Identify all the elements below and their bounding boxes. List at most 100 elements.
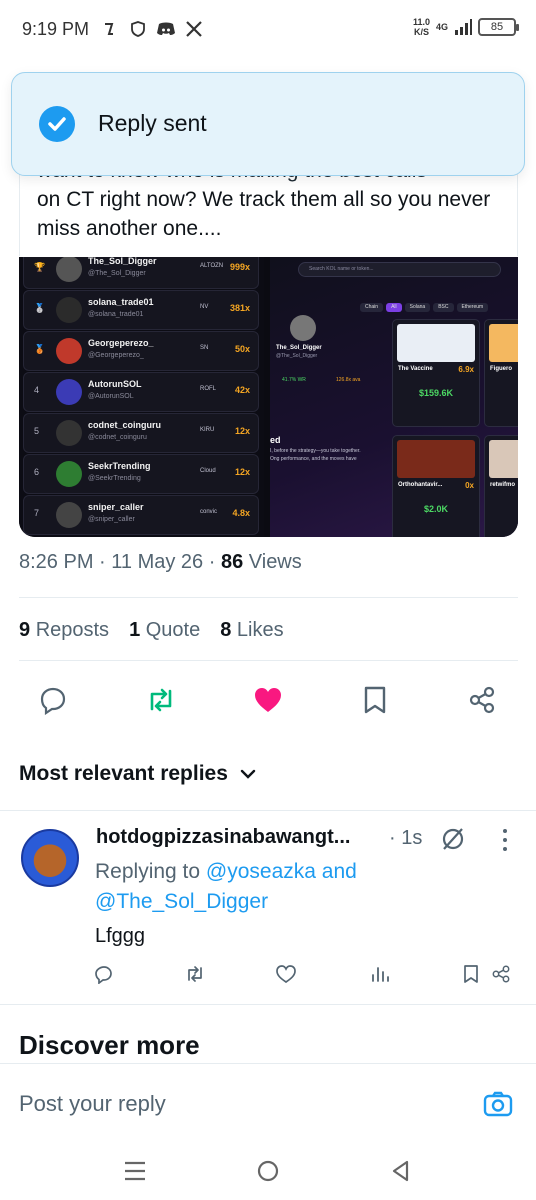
more-options-icon[interactable]	[500, 828, 510, 852]
views-label: Views	[248, 551, 302, 573]
reply-sent-toast: Reply sent	[11, 72, 525, 176]
leaderboard-handle: @AutorunSOL	[88, 393, 134, 400]
reply-button[interactable]	[35, 682, 71, 718]
reply-avatar[interactable]	[21, 829, 79, 887]
leaderboard-avatar	[56, 461, 82, 487]
reposts-stat[interactable]: 9 Reposts	[19, 619, 109, 642]
leaderboard-avatar	[56, 502, 82, 528]
profile-name: The_Sol_Digger	[276, 345, 322, 351]
home-button[interactable]	[254, 1157, 282, 1185]
leaderboard-row: 🥉 Georgeperezo_ @Georgeperezo_ SN 50x	[23, 331, 259, 371]
reply-reply-button[interactable]	[92, 962, 116, 986]
replies-sort-dropdown[interactable]: Most relevant replies	[19, 762, 256, 786]
repost-icon	[188, 966, 202, 982]
leaderboard-handle: @solana_trade01	[88, 311, 144, 318]
likes-stat[interactable]: 8 Likes	[220, 619, 283, 642]
reply-views-button[interactable]	[368, 962, 392, 986]
back-button[interactable]	[387, 1157, 415, 1185]
leaderboard-rank: 6	[34, 467, 40, 477]
token-card-marketcap: $2	[485, 388, 518, 398]
share-icon	[469, 686, 495, 714]
chain-tab: Solana	[404, 303, 431, 312]
share-button[interactable]	[464, 682, 500, 718]
reply-share-button[interactable]	[489, 962, 513, 986]
reply-icon	[40, 687, 66, 715]
quotes-stat[interactable]: 1 Quote	[129, 619, 200, 642]
grok-icon[interactable]	[440, 826, 466, 852]
toast-message: Reply sent	[98, 110, 207, 136]
divider	[19, 660, 518, 661]
leaderboard-name: AutorunSOL	[88, 379, 142, 389]
chain-tab: Chain	[360, 303, 384, 312]
tweet-media-image[interactable]: 🏆 The_Sol_Digger @The_Sol_Digger ALTOZN 999x…	[19, 257, 518, 537]
status-notification-icons	[102, 20, 203, 38]
leaderboard-avatar	[56, 379, 82, 405]
camera-icon[interactable]	[482, 1088, 514, 1120]
replies-sort-label: Most relevant replies	[19, 762, 228, 785]
reply-author-name[interactable]: hotdogpizzasinabawangt...	[96, 826, 350, 849]
leaderboard-avatar	[56, 257, 82, 282]
mention-link[interactable]: @The_Sol_Digger	[95, 890, 268, 913]
leaderboard-row: 🏆 The_Sol_Digger @The_Sol_Digger ALTOZN 999x	[23, 257, 259, 289]
leaderboard-handle: @sniper_caller	[88, 516, 135, 523]
leaderboard-multiplier: 50x	[234, 344, 250, 354]
divider	[0, 1004, 536, 1005]
leaderboard-avatar	[56, 420, 82, 446]
x-logo-icon	[186, 21, 202, 37]
home-circle-icon	[257, 1160, 279, 1182]
views-count: 86	[220, 551, 244, 573]
like-button[interactable]	[250, 682, 286, 718]
reply-input[interactable]: Post your reply	[19, 1091, 166, 1117]
reply-bookmark-button[interactable]	[459, 962, 483, 986]
status-bar: 9:19 PM 11.0 K/S 4G 85	[0, 0, 536, 62]
network-speed: 11.0 K/S	[412, 17, 430, 37]
reply-repost-button[interactable]	[183, 962, 207, 986]
profile-winrate: 41.7% WR	[282, 377, 306, 383]
bookmark-button[interactable]	[357, 682, 393, 718]
leaderboard-name: SeekrTrending	[88, 461, 151, 471]
repost-button[interactable]	[143, 682, 179, 718]
leaderboard-handle: @codnet_coinguru	[88, 434, 147, 441]
leaderboard-name: codnet_coinguru	[88, 420, 162, 430]
chain-tab: Ethereum	[456, 303, 489, 312]
status-right-indicators: 11.0 K/S 4G 85	[412, 17, 519, 37]
token-card-multiplier: 0x	[465, 481, 474, 490]
token-card-marketcap: $2.0K	[423, 504, 449, 514]
leaderboard-row: 4 AutorunSOL @AutorunSOL ROFL 42x	[23, 372, 259, 412]
share-icon	[492, 965, 510, 983]
dashboard-text-body: I, before the strategy—you take together…	[270, 448, 361, 462]
leaderboard-multiplier: 42x	[234, 385, 250, 395]
tweet-stats: 9 Reposts 1 Quote 8 Likes	[19, 619, 284, 642]
leaderboard-handle: @SeekrTrending	[88, 475, 141, 482]
reply-like-button[interactable]	[274, 962, 298, 986]
leaderboard-rank: 5	[34, 426, 40, 436]
back-triangle-icon	[392, 1160, 409, 1182]
discord-icon	[157, 22, 175, 35]
leaderboard-token: ROFL	[200, 386, 217, 392]
leaderboard-token: ALTOZN	[200, 263, 224, 269]
leaderboard-multiplier: 381x	[229, 303, 250, 313]
token-card-image	[489, 324, 518, 362]
leaderboard-name: Georgeperezo_	[88, 338, 154, 348]
leaderboard-token: Cloud	[200, 468, 216, 474]
dashboard-search: Search KOL name or token...	[298, 262, 501, 277]
battery-indicator: 85	[478, 18, 519, 36]
leaderboard-multiplier: 4.8x	[232, 508, 250, 518]
tweet-action-bar	[0, 682, 536, 722]
token-card-multiplier: 6.9x	[458, 365, 474, 374]
token-card: The Vaccine 6.9x $159.6K	[392, 319, 480, 427]
leaderboard-row: 5 codnet_coinguru @codnet_coinguru KIRU 12x	[23, 413, 259, 453]
reply-icon	[95, 966, 112, 984]
divider	[0, 810, 536, 811]
leaderboard-name: sniper_caller	[88, 502, 144, 512]
recent-apps-button[interactable]	[121, 1157, 149, 1185]
token-card: Orthohantavir... 0x $2.0K	[392, 435, 480, 537]
mention-link[interactable]: @yoseazka	[206, 860, 316, 883]
replying-to: Replying to @yoseazka and @The_Sol_Digge…	[95, 860, 357, 913]
leaderboard-row: 7 sniper_caller @sniper_caller convic 4.8x	[23, 495, 259, 535]
heart-icon	[276, 965, 296, 984]
leaderboard-row: 6 SeekrTrending @SeekrTrending Cloud 12x	[23, 454, 259, 494]
leaderboard-avatar	[56, 297, 82, 323]
leaderboard-row: 🥈 solana_trade01 @solana_trade01 NV 381x	[23, 290, 259, 330]
reply-composer[interactable]: Post your reply	[0, 1063, 536, 1141]
